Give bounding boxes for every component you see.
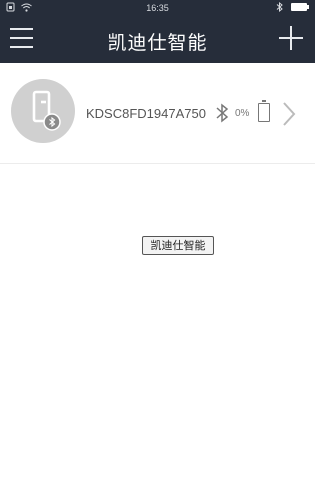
device-list-item[interactable]: KDSC8FD1947A750 0% (0, 63, 315, 164)
add-device-button[interactable] (279, 26, 303, 50)
battery-icon (291, 3, 309, 11)
status-right-icons (276, 2, 309, 12)
brand-button[interactable]: 凯迪仕智能 (142, 236, 214, 255)
door-lock-bluetooth-icon (32, 90, 61, 131)
battery-percent: 0% (235, 108, 250, 119)
device-avatar (11, 79, 75, 143)
bluetooth-icon (216, 103, 229, 123)
navbar: 凯迪仕智能 (0, 16, 315, 63)
battery-level-icon (258, 100, 270, 122)
status-bar: 16:35 (0, 0, 315, 16)
status-time: 16:35 (146, 3, 169, 13)
device-name: KDSC8FD1947A750 (86, 106, 206, 121)
bluetooth-icon (276, 2, 283, 12)
chevron-right-icon (283, 102, 296, 126)
page-title: 凯迪仕智能 (107, 32, 208, 54)
